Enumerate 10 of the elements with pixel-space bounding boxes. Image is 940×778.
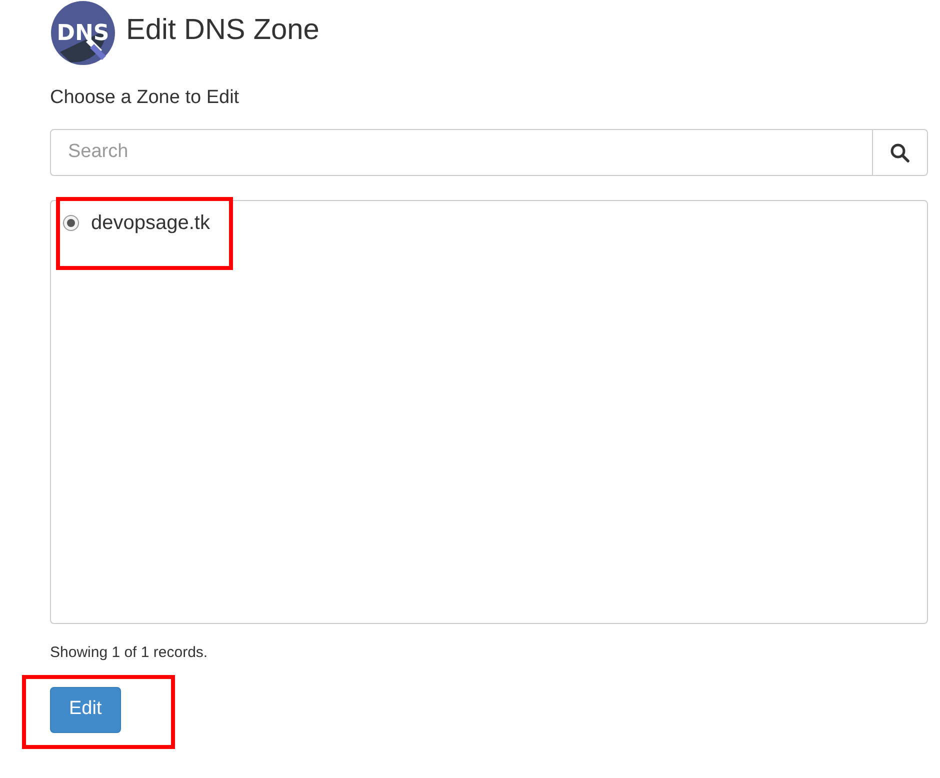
dns-logo: DNS (50, 0, 116, 66)
record-count: Showing 1 of 1 records. (50, 643, 209, 663)
subtitle: Choose a Zone to Edit (50, 86, 240, 110)
search-icon (890, 142, 910, 162)
radio-button[interactable] (63, 215, 79, 231)
page-title: Edit DNS Zone (126, 13, 320, 48)
search-button[interactable] (873, 129, 928, 176)
zone-name[interactable]: devopsage.tk (91, 209, 210, 237)
edit-button[interactable]: Edit (50, 686, 121, 732)
search-field[interactable]: Search (50, 129, 873, 176)
